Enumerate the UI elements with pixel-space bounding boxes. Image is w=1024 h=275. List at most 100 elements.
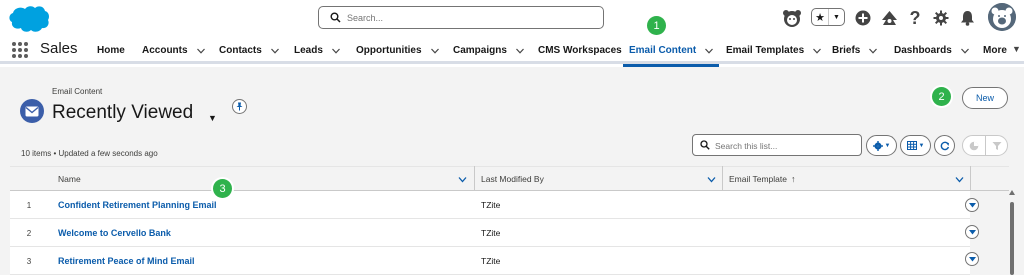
nav-item-home[interactable]: Home [97, 37, 125, 64]
chevron-down-icon: ▼ [884, 142, 891, 149]
list-view-name[interactable]: Recently Viewed [52, 102, 193, 124]
table-icon [906, 141, 917, 150]
nav-item-contacts[interactable]: Contacts [219, 37, 279, 64]
step-badge: 3 [213, 179, 232, 198]
chevron-down-icon[interactable] [955, 175, 964, 184]
nav-item-briefs[interactable]: Briefs [832, 37, 878, 64]
notifications-bell-icon[interactable] [956, 7, 978, 29]
chevron-down-icon[interactable] [331, 47, 340, 55]
column-header-name[interactable]: Name [10, 166, 474, 191]
last-modified-by-cell[interactable]: TZite [481, 247, 500, 275]
nav-item-label: Campaigns [453, 45, 507, 56]
app-navigation-bar: Sales Home Accounts Contacts Leads Oppor… [0, 37, 1024, 67]
chevron-down-icon[interactable] [869, 47, 878, 55]
row-number: 2 [26, 228, 32, 238]
chevron-down-icon: ▼ [918, 142, 925, 149]
scrollbar-thumb[interactable] [1010, 202, 1014, 275]
list-view-controls-button[interactable]: ▼ [866, 135, 897, 156]
nav-item-label: Dashboards [894, 45, 952, 56]
table-scrollbar[interactable] [1009, 190, 1015, 275]
last-modified-by-cell[interactable]: TZite [481, 191, 500, 219]
global-header: ★ ▼ ? [0, 0, 1024, 37]
chevron-down-icon [968, 256, 976, 261]
filter-button [985, 135, 1008, 156]
step-badge: 2 [932, 87, 951, 106]
global-search[interactable] [318, 6, 604, 29]
record-name-link[interactable]: Retirement Peace of Mind Email [58, 247, 195, 275]
search-icon [330, 12, 341, 23]
nav-item-opportunities[interactable]: Opportunities [356, 37, 439, 64]
nav-item-campaigns[interactable]: Campaigns [453, 37, 524, 64]
object-label: Email Content [52, 87, 103, 96]
nav-item-label: CMS Workspaces [538, 45, 622, 56]
chevron-down-icon [968, 229, 976, 234]
nav-item-accounts[interactable]: Accounts [142, 37, 205, 64]
app-name: Sales [40, 40, 78, 57]
nav-item-email-content[interactable]: Email Content [622, 37, 720, 67]
nav-item-more[interactable]: More [983, 37, 1007, 64]
pin-list-icon[interactable] [232, 99, 247, 114]
nav-item-label: Contacts [219, 45, 262, 56]
row-number: 1 [26, 200, 32, 210]
nav-item-cms-workspaces[interactable]: CMS Workspaces [538, 37, 622, 64]
global-search-input[interactable] [347, 9, 597, 26]
filter-icon [992, 141, 1001, 150]
chevron-down-icon [968, 202, 976, 207]
record-name-link[interactable]: Confident Retirement Planning Email [58, 191, 217, 219]
chevron-down-icon[interactable] [430, 47, 439, 55]
app-launcher-icon[interactable] [12, 42, 28, 58]
chevron-down-icon[interactable] [270, 47, 279, 55]
row-actions-button[interactable] [965, 198, 979, 212]
global-actions-plus-icon[interactable] [852, 7, 874, 29]
nav-item-label: More [983, 45, 1007, 56]
refresh-button[interactable] [934, 135, 955, 156]
trailhead-icon[interactable] [878, 7, 900, 29]
column-header-label: Last Modified By [481, 173, 544, 184]
search-icon [700, 140, 710, 150]
setup-gear-icon[interactable] [930, 7, 952, 29]
chevron-down-icon[interactable] [813, 47, 822, 55]
record-name-link[interactable]: Welcome to Cervello Bank [58, 219, 171, 247]
nav-item-dashboards[interactable]: Dashboards [894, 37, 969, 64]
nav-item-label: Briefs [832, 45, 861, 56]
chevron-down-icon[interactable] [705, 47, 714, 55]
row-actions-button[interactable] [965, 252, 979, 266]
row-actions-button[interactable] [965, 225, 979, 239]
column-header-last-modified-by[interactable]: Last Modified By [475, 166, 722, 191]
user-avatar[interactable] [988, 3, 1016, 31]
list-search-input[interactable] [715, 138, 855, 153]
chevron-down-icon[interactable] [458, 175, 467, 184]
chevron-down-icon[interactable] [960, 47, 969, 55]
list-status-text: 10 items • Updated a few seconds ago [21, 149, 158, 158]
salesforce-logo[interactable] [8, 5, 50, 33]
more-caret-icon[interactable]: ▼ [1012, 44, 1021, 54]
chevron-down-icon[interactable] [196, 47, 205, 55]
display-as-table-button[interactable]: ▼ [900, 135, 931, 156]
list-view-picker-icon[interactable]: ▼ [208, 113, 217, 123]
nav-item-label: Email Templates [726, 45, 805, 56]
favorites-star-icon: ★ [812, 9, 829, 25]
table-row[interactable]: 3 Retirement Peace of Mind Email TZite [10, 247, 970, 275]
table-row[interactable]: 1 Confident Retirement Planning Email TZ… [10, 191, 970, 219]
favorites-button[interactable]: ★ ▼ [811, 8, 845, 26]
step-badge: 1 [647, 16, 666, 35]
table-row[interactable]: 2 Welcome to Cervello Bank TZite [10, 219, 970, 247]
nav-item-leads[interactable]: Leads [294, 37, 340, 64]
column-header-label: Name [58, 173, 81, 184]
nav-item-email-templates[interactable]: Email Templates [726, 37, 822, 64]
gear-icon [872, 140, 883, 151]
new-button[interactable]: New [962, 87, 1008, 109]
scroll-up-arrow-icon[interactable] [1009, 190, 1015, 195]
chart-icon [969, 141, 979, 150]
column-header-label: Email Template [729, 173, 787, 184]
chevron-down-icon[interactable] [707, 175, 716, 184]
astro-icon[interactable] [781, 7, 803, 29]
email-content-object-icon [20, 99, 44, 123]
help-icon[interactable]: ? [904, 7, 926, 29]
list-search[interactable] [692, 134, 862, 156]
last-modified-by-cell[interactable]: TZite [481, 219, 500, 247]
chevron-down-icon[interactable]: ▼ [829, 14, 844, 21]
nav-item-label: Home [97, 45, 125, 56]
column-header-email-template[interactable]: Email Template ↑ [723, 166, 970, 191]
chevron-down-icon[interactable] [515, 47, 524, 55]
